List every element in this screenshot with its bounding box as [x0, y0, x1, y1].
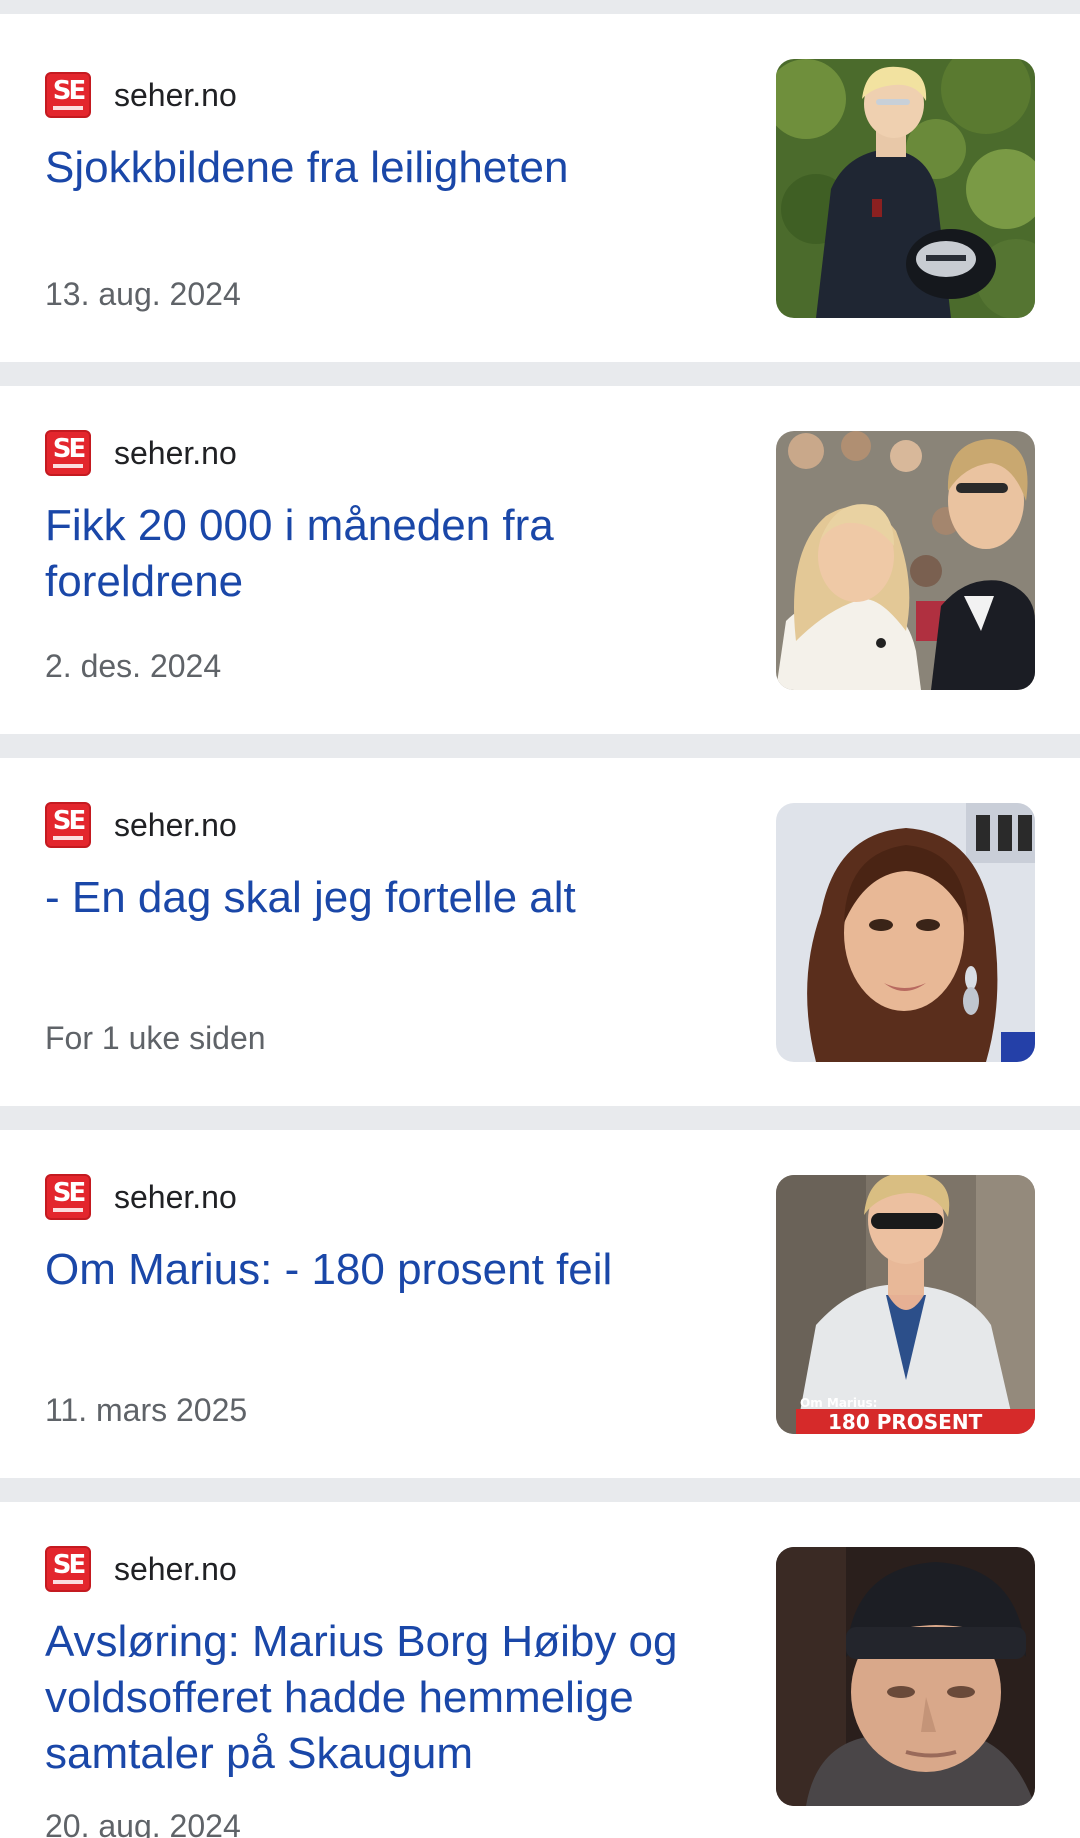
publish-date: 11. mars 2025	[45, 1392, 248, 1428]
woman-portrait-photo	[776, 803, 1035, 1062]
logo-text: SE	[52, 806, 87, 836]
woman-and-man-photo	[776, 431, 1035, 690]
thumbnail-caption-1: Om Marius:	[800, 1396, 877, 1410]
publish-date: 20. aug. 2024	[45, 1808, 241, 1838]
source-name: seher.no	[114, 435, 237, 471]
thumbnail-image[interactable]: Om Marius: 180 PROSENT	[776, 1175, 1035, 1434]
man-in-sunglasses-photo: Om Marius: 180 PROSENT	[776, 1175, 1035, 1434]
man-in-hoodie-photo	[776, 59, 1035, 318]
news-card[interactable]: SE seher.no - En dag skal jeg fortelle a…	[0, 758, 1080, 1106]
source-row: SE seher.no	[45, 1546, 237, 1592]
logo-text: SE	[52, 1178, 87, 1208]
seher-logo-icon: SE	[45, 430, 91, 476]
news-card[interactable]: SE seher.no Sjokkbildene fra leiligheten…	[0, 14, 1080, 362]
logo-text: SE	[52, 76, 87, 106]
source-name: seher.no	[114, 807, 237, 843]
news-feed: SE seher.no Sjokkbildene fra leiligheten…	[0, 0, 1080, 1838]
thumbnail-image[interactable]	[776, 1547, 1035, 1806]
source-row: SE seher.no	[45, 1174, 237, 1220]
seher-logo-icon: SE	[45, 1546, 91, 1592]
headline-link[interactable]: Fikk 20 000 i måneden fra foreldrene	[45, 498, 725, 610]
source-row: SE seher.no	[45, 802, 237, 848]
source-row: SE seher.no	[45, 430, 237, 476]
source-name: seher.no	[114, 1179, 237, 1215]
publish-date: 13. aug. 2024	[45, 276, 241, 312]
source-name: seher.no	[114, 1551, 237, 1587]
man-in-beanie-photo	[776, 1547, 1035, 1806]
logo-text: SE	[52, 434, 87, 464]
news-card[interactable]: SE seher.no Avsløring: Marius Borg Høiby…	[0, 1502, 1080, 1838]
seher-logo-icon: SE	[45, 1174, 91, 1220]
seher-logo-icon: SE	[45, 72, 91, 118]
news-card[interactable]: SE seher.no Om Marius: - 180 prosent fei…	[0, 1130, 1080, 1478]
source-row: SE seher.no	[45, 72, 237, 118]
logo-text: SE	[52, 1550, 87, 1580]
news-card[interactable]: SE seher.no Fikk 20 000 i måneden fra fo…	[0, 386, 1080, 734]
thumbnail-image[interactable]	[776, 803, 1035, 1062]
source-name: seher.no	[114, 77, 237, 113]
headline-link[interactable]: Sjokkbildene fra leiligheten	[45, 140, 725, 196]
thumbnail-caption-2: 180 PROSENT	[828, 1410, 983, 1434]
thumbnail-image[interactable]	[776, 59, 1035, 318]
headline-link[interactable]: Avsløring: Marius Borg Høiby og voldsoff…	[45, 1614, 725, 1782]
headline-link[interactable]: Om Marius: - 180 prosent feil	[45, 1242, 725, 1298]
headline-link[interactable]: - En dag skal jeg fortelle alt	[45, 870, 725, 926]
publish-date: 2. des. 2024	[45, 648, 222, 684]
publish-date: For 1 uke siden	[45, 1020, 266, 1056]
thumbnail-image[interactable]	[776, 431, 1035, 690]
seher-logo-icon: SE	[45, 802, 91, 848]
